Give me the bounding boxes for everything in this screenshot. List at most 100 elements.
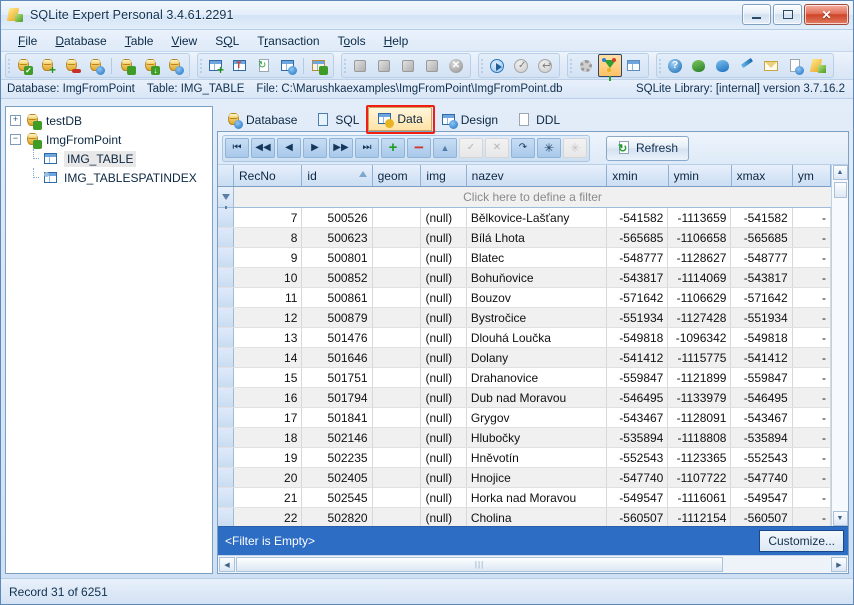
refresh-button[interactable]: ↻ Refresh — [606, 135, 690, 161]
database-attach-icon[interactable] — [115, 54, 139, 77]
cell-ymax[interactable]: - — [793, 268, 831, 287]
help-question-icon[interactable]: ? — [663, 54, 687, 77]
tab-database[interactable]: Database — [217, 108, 306, 131]
table-row[interactable]: 16 501794 (null) Dub nad Moravou -546495 -113… — [218, 388, 831, 408]
delete-record-button[interactable]: − — [407, 138, 431, 158]
column-header-recno[interactable]: RecNo — [234, 165, 303, 186]
cell-xmax[interactable]: -546495 — [731, 388, 793, 407]
cell-geom[interactable] — [373, 308, 422, 327]
row-indicator[interactable] — [218, 408, 234, 427]
cell-id[interactable]: 500526 — [302, 208, 373, 227]
cell-img[interactable]: (null) — [421, 268, 467, 287]
cell-geom[interactable] — [373, 508, 422, 526]
tab-data[interactable]: Data — [368, 107, 432, 131]
cell-img[interactable]: (null) — [421, 328, 467, 347]
cell-recno[interactable]: 10 — [234, 268, 303, 287]
menu-item-view[interactable]: View — [162, 32, 206, 50]
cell-recno[interactable]: 21 — [234, 488, 303, 507]
table-row[interactable]: 14 501646 (null) Dolany -541412 -1115775 -5414… — [218, 348, 831, 368]
database-close-icon[interactable] — [60, 54, 84, 77]
cell-xmax[interactable]: -548777 — [731, 248, 793, 267]
table-refresh-icon[interactable]: ↻ — [252, 54, 276, 77]
cell-recno[interactable]: 8 — [234, 228, 303, 247]
column-header-geom[interactable]: geom — [372, 165, 422, 186]
cell-img[interactable]: (null) — [421, 368, 467, 387]
row-indicator[interactable] — [218, 248, 234, 267]
table-row[interactable]: 15 501751 (null) Drahanovice -559847 -1121899… — [218, 368, 831, 388]
row-indicator[interactable] — [218, 328, 234, 347]
cell-xmax[interactable]: -571642 — [731, 288, 793, 307]
cell-xmax[interactable]: -565685 — [731, 228, 793, 247]
close-button[interactable]: ✕ — [804, 4, 849, 25]
cell-nazev[interactable]: Dlouhá Loučka — [467, 328, 608, 347]
column-header-xmax[interactable]: xmax — [731, 165, 793, 186]
cell-nazev[interactable]: Dolany — [467, 348, 608, 367]
cell-id[interactable]: 502146 — [302, 428, 373, 447]
cell-ymax[interactable]: - — [793, 328, 831, 347]
database-new-icon[interactable]: + — [36, 54, 60, 77]
row-indicator[interactable] — [218, 468, 234, 487]
import-wizard-icon[interactable] — [396, 54, 420, 77]
cell-geom[interactable] — [373, 248, 422, 267]
cell-ymin[interactable]: -1121899 — [668, 368, 732, 387]
expander-minus-icon[interactable]: − — [10, 134, 21, 145]
menu-item-database[interactable]: Database — [46, 32, 115, 50]
about-logo-icon[interactable] — [807, 54, 831, 77]
table-row[interactable]: 21 502545 (null) Horka nad Moravou -549547 -1… — [218, 488, 831, 508]
filter-funnel-icon[interactable] — [598, 54, 622, 81]
cell-ymin[interactable]: -1106658 — [668, 228, 732, 247]
cell-nazev[interactable]: Blatec — [467, 248, 608, 267]
cell-recno[interactable]: 17 — [234, 408, 303, 427]
cell-geom[interactable] — [373, 408, 422, 427]
import-icon[interactable] — [348, 54, 372, 77]
scroll-right-arrow-icon[interactable]: ▶ — [831, 557, 847, 572]
cell-recno[interactable]: 7 — [234, 208, 303, 227]
cell-recno[interactable]: 22 — [234, 508, 303, 526]
last-record-button[interactable]: ⏭ — [355, 138, 379, 158]
cell-xmin[interactable]: -559847 — [607, 368, 669, 387]
cell-xmin[interactable]: -543467 — [607, 408, 669, 427]
cell-recno[interactable]: 16 — [234, 388, 303, 407]
cell-xmax[interactable]: -551934 — [731, 308, 793, 327]
row-indicator[interactable] — [218, 228, 234, 247]
hscrollbar-thumb[interactable]: ||| — [236, 557, 724, 572]
cell-xmin[interactable]: -549818 — [607, 328, 669, 347]
document-help-icon[interactable] — [783, 54, 807, 77]
table-relations-icon[interactable] — [307, 54, 331, 77]
table-row[interactable]: 11 500861 (null) Bouzov -571642 -1106629 -5716… — [218, 288, 831, 308]
cell-recno[interactable]: 18 — [234, 428, 303, 447]
menu-item-tools[interactable]: Tools — [329, 32, 375, 50]
cell-ymax[interactable]: - — [793, 508, 831, 526]
cell-ymin[interactable]: -1113659 — [668, 208, 732, 227]
cell-ymin[interactable]: -1106629 — [668, 288, 732, 307]
cell-geom[interactable] — [373, 268, 422, 287]
cell-ymax[interactable]: - — [793, 408, 831, 427]
next-page-button[interactable]: ▶▶ — [329, 138, 353, 158]
minimize-button[interactable] — [742, 4, 771, 25]
cell-ymin[interactable]: -1116061 — [668, 488, 732, 507]
home-globe-icon[interactable] — [687, 54, 711, 77]
cell-ymax[interactable]: - — [793, 428, 831, 447]
cell-xmin[interactable]: -548777 — [607, 248, 669, 267]
customize-button[interactable]: Customize... — [759, 530, 844, 552]
cell-id[interactable]: 500852 — [302, 268, 373, 287]
email-icon[interactable] — [759, 54, 783, 77]
next-record-button[interactable]: ▶ — [303, 138, 327, 158]
database-backup-icon[interactable] — [163, 54, 187, 77]
edit-record-button[interactable]: ▲ — [433, 138, 457, 158]
table-row[interactable]: 8 500623 (null) Bílá Lhota -565685 -1106658 -5… — [218, 228, 831, 248]
table-row[interactable]: 10 500852 (null) Bohuňovice -543817 -1114069-… — [218, 268, 831, 288]
prior-page-button[interactable]: ◀◀ — [251, 138, 275, 158]
cell-id[interactable]: 501476 — [302, 328, 373, 347]
cell-id[interactable]: 500801 — [302, 248, 373, 267]
cell-recno[interactable]: 12 — [234, 308, 303, 327]
post-edit-button[interactable]: ✓ — [459, 138, 483, 158]
cell-nazev[interactable]: Hněvotín — [467, 448, 608, 467]
cell-recno[interactable]: 13 — [234, 328, 303, 347]
table-row[interactable]: 20 502405 (null) Hnojice -547740 -1107722 -547… — [218, 468, 831, 488]
cell-geom[interactable] — [373, 328, 422, 347]
web-help-icon[interactable] — [711, 54, 735, 77]
row-indicator[interactable] — [218, 368, 234, 387]
column-header-xmin[interactable]: xmin — [607, 165, 669, 186]
cell-img[interactable]: (null) — [421, 388, 467, 407]
